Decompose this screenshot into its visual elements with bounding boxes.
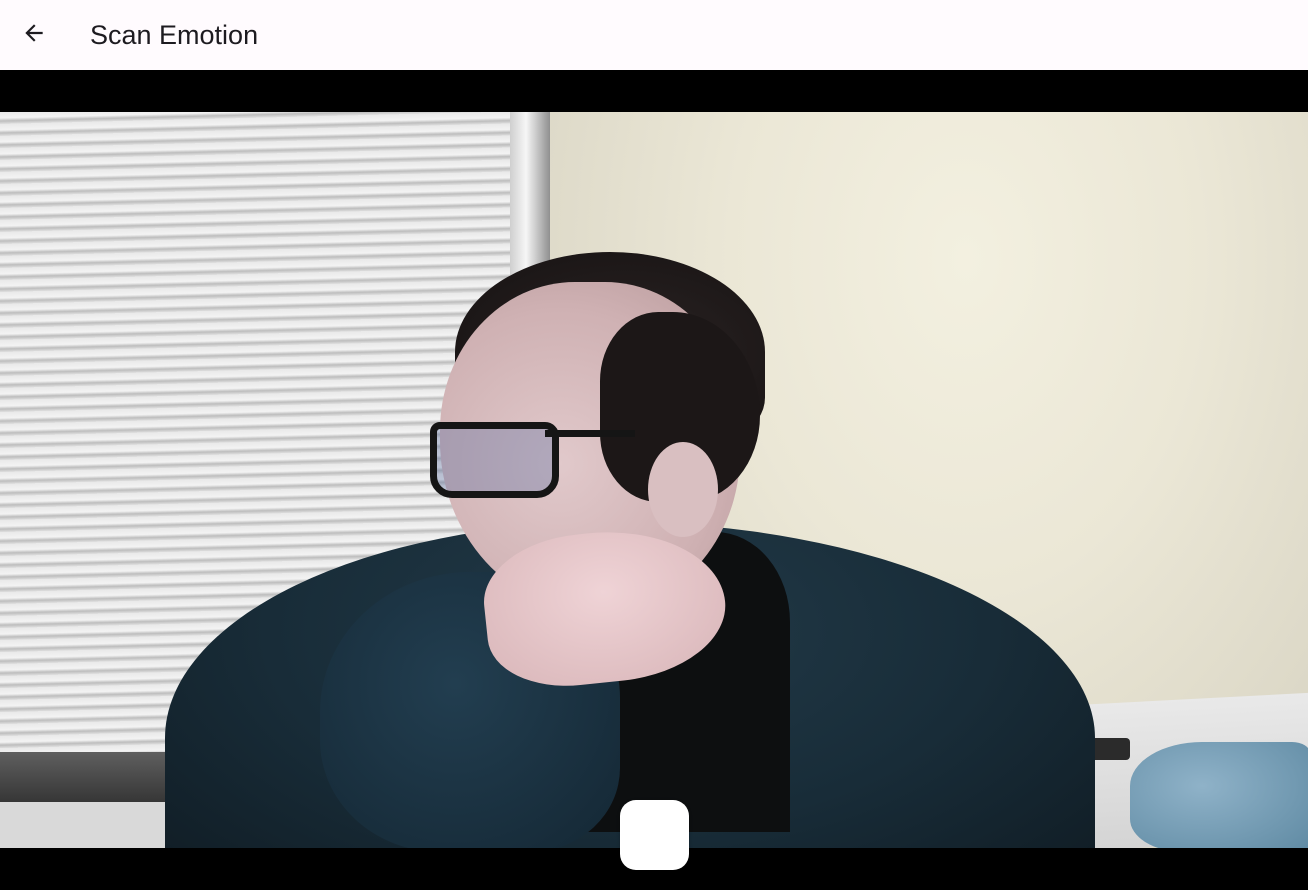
capture-button[interactable] [620,800,689,870]
app-bar: Scan Emotion [0,0,1308,70]
preview-person-glasses [430,422,559,498]
preview-person-glasses-arm [545,430,635,437]
camera-preview [0,112,1308,848]
arrow-left-icon [21,20,47,51]
page-title: Scan Emotion [90,20,259,50]
preview-person-ear [648,442,718,537]
camera-view [0,70,1308,890]
preview-cloth [1130,742,1308,848]
back-button[interactable] [10,11,58,59]
